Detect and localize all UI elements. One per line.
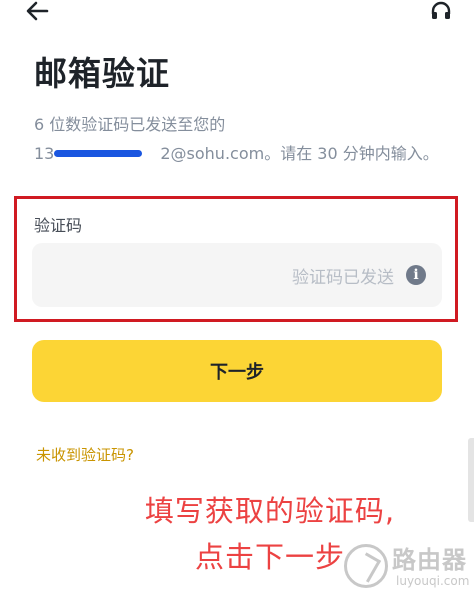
verification-description: 6 位数验证码已发送至您的 13 2@sohu.com。请在 30 分钟内输入。: [34, 110, 454, 168]
watermark-icon: [344, 544, 388, 588]
resend-code-link[interactable]: 未收到验证码?: [36, 444, 134, 465]
watermark-logo: 路由器 luyouqi.com: [344, 534, 470, 598]
masked-email: 13 2@sohu.com。请在 30 分钟内输入。: [34, 139, 439, 168]
arrow-left-icon: [26, 1, 49, 21]
redaction-mark: [54, 150, 142, 157]
email-verification-page: 邮箱验证 6 位数验证码已发送至您的 13 2@sohu.com。请在 30 分钟…: [0, 0, 474, 600]
info-icon[interactable]: i: [406, 265, 426, 285]
email-prefix: 13: [34, 144, 55, 163]
watermark-url: luyouqi.com: [396, 574, 470, 588]
email-line: 13 2@sohu.com。请在 30 分钟内输入。: [34, 139, 454, 168]
customer-support-button[interactable]: [428, 0, 454, 24]
next-step-button[interactable]: 下一步: [32, 340, 442, 402]
side-drawer-handle[interactable]: [468, 438, 474, 522]
code-field-label: 验证码: [34, 216, 83, 235]
description-line: 6 位数验证码已发送至您的: [34, 115, 226, 134]
annotation-line-1: 填写获取的验证码,: [144, 494, 396, 528]
page-title: 邮箱验证: [34, 54, 170, 93]
code-placeholder: 验证码已发送: [292, 267, 394, 288]
email-suffix: 2@sohu.com。请在 30 分钟内输入。: [160, 144, 439, 163]
watermark-title: 路由器: [392, 546, 467, 574]
back-button[interactable]: [22, 0, 52, 22]
verification-code-input[interactable]: 验证码已发送 i: [32, 243, 442, 307]
headset-icon: [431, 1, 451, 19]
